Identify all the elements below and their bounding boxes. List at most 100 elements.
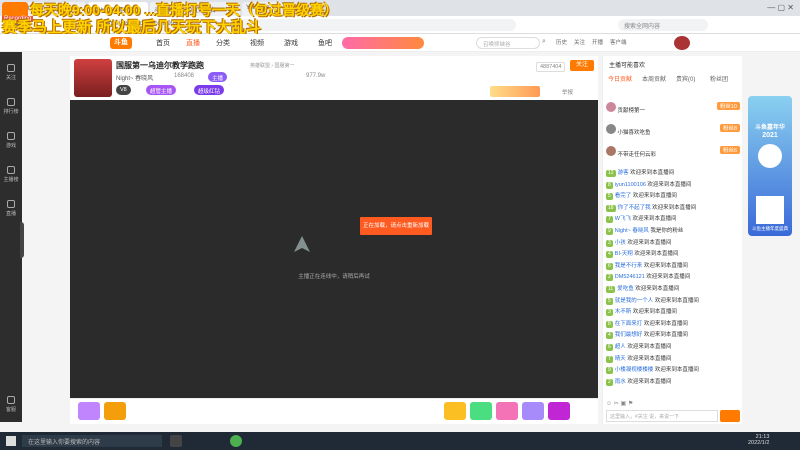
streamer-name[interactable]: Night~ 春晓风 — [116, 73, 153, 82]
header-history[interactable]: 历史 — [556, 38, 567, 46]
chat-username[interactable]: iyun1100106 — [615, 182, 646, 188]
level-badge: 2 — [606, 378, 613, 386]
promo-banner[interactable] — [342, 37, 424, 49]
chat-username[interactable]: BI-天翔 — [615, 251, 633, 257]
chat-message: 4 BI-天翔 欢迎来到本直播间 — [606, 251, 738, 259]
rank-name: 贡献榜第一 — [617, 108, 646, 114]
chat-text: 欢迎来到本直播间 — [632, 193, 677, 200]
chat-username[interactable]: 就是我的一个人 — [615, 298, 654, 304]
nav-game[interactable]: 游戏 — [284, 38, 298, 48]
sidebar-label: 主播榜 — [3, 177, 19, 183]
chrome-icon[interactable] — [230, 435, 242, 447]
chat-header-rank[interactable]: 主播可能喜欢 — [609, 60, 645, 69]
gift-item[interactable] — [496, 402, 518, 420]
chat-message: 11 爱吃鱼 欢迎来到本直播间 — [606, 286, 738, 293]
gift-item[interactable] — [470, 402, 492, 420]
taskbar-clock[interactable]: 21:13 2022/1/2 — [748, 434, 769, 446]
chat-username[interactable]: 在下面来打 — [615, 321, 643, 327]
gift-item[interactable] — [104, 402, 126, 420]
taskbar-search-input[interactable]: 在这里输入你要搜索的内容 — [22, 435, 162, 447]
sidebar-anchors[interactable]: 主播榜 — [0, 166, 22, 183]
chat-username[interactable]: 超人 — [615, 344, 626, 350]
sidebar-game[interactable]: 游戏 — [0, 132, 22, 149]
chat-tab-fans[interactable]: 粉丝团 — [710, 74, 728, 83]
chat-username[interactable]: Night~ 春晓风 — [615, 228, 649, 234]
chat-text: 欢迎来到本直播间 — [632, 216, 677, 223]
site-header: 斗鱼 首页 直播 分类 视频 游戏 鱼吧 召唤师峡谷 ⌕ 历史 关注 开播 客户… — [0, 34, 800, 52]
window-controls[interactable]: — ▢ ✕ — [767, 3, 794, 12]
chat-text: 欢迎来到本直播间 — [643, 262, 688, 269]
sidebar-label: 关注 — [5, 75, 16, 81]
nav-category[interactable]: 分类 — [216, 38, 230, 48]
chat-message: 5 就是我的一个人 欢迎来到本直播间 — [606, 297, 738, 305]
chat-username[interactable]: DM5246121 — [615, 274, 645, 280]
taskbar-app-icon[interactable] — [170, 435, 182, 447]
gift-item[interactable] — [548, 402, 570, 420]
chat-tab-vip[interactable]: 贵宾(0) — [676, 74, 695, 83]
nav-live[interactable]: 直播 — [186, 38, 200, 48]
header-follow[interactable]: 关注 — [574, 38, 585, 46]
sidebar-service[interactable]: 客服 — [0, 396, 22, 413]
browser-search-input[interactable]: 搜索全网内容 — [618, 19, 708, 31]
chat-message: 8 iyun1100106 欢迎来到本直播间 — [606, 181, 738, 189]
badge-diamond: 超级红钻 — [194, 85, 225, 95]
chat-username[interactable]: 我们最想好 — [615, 332, 643, 338]
ad-year: 2021 — [762, 132, 778, 139]
chat-username[interactable]: 游客 — [618, 170, 629, 176]
chat-username[interactable]: 我是不行来 — [615, 263, 643, 269]
chat-text: 欢迎来到本直播间 — [646, 274, 691, 281]
room-tag-badge[interactable]: 主播 — [208, 72, 228, 82]
chat-input[interactable]: 这里输入，#关注 说，来说一下 — [606, 410, 718, 422]
tag[interactable]: 英雄联盟 — [250, 63, 270, 69]
gift-item[interactable] — [444, 402, 466, 420]
chat-text: 欢迎来到本直播间 — [647, 181, 692, 188]
sidebar-rank[interactable]: 排行榜 — [0, 98, 22, 115]
chat-username[interactable]: W飞飞 — [615, 216, 631, 222]
chat-tab-today[interactable]: 今日贡献 — [608, 74, 632, 83]
header-client[interactable]: 客户端 — [610, 38, 627, 46]
send-button[interactable] — [720, 410, 740, 422]
side-ad[interactable]: 斗鱼嘉年华 2021 斗鱼主播年度盛典 — [748, 96, 792, 236]
level-badge: 5 — [606, 297, 613, 305]
activity-banner[interactable] — [490, 86, 540, 97]
sidebar-follow[interactable]: 关注 — [0, 64, 22, 81]
report-link[interactable]: 举报 — [562, 88, 573, 96]
site-logo[interactable]: 斗鱼 — [110, 37, 132, 49]
chat-username[interactable]: 小楼凝视楼楼楼 — [615, 367, 654, 373]
rank-row[interactable]: 不带走任何云彩 粉丝6 — [606, 146, 740, 160]
streamer-avatar[interactable] — [74, 59, 112, 97]
gift-item[interactable] — [78, 402, 100, 420]
windows-start-icon[interactable] — [6, 436, 16, 446]
level-badge: 8 — [606, 181, 613, 189]
rank-icon — [7, 98, 15, 106]
rank-row[interactable]: 小猫喜欢吃鱼 粉丝8 — [606, 124, 740, 138]
chat-username[interactable]: 爱吃鱼 — [617, 286, 634, 292]
header-broadcast[interactable]: 开播 — [592, 38, 603, 46]
user-avatar[interactable] — [674, 36, 690, 50]
sidebar-live[interactable]: 直播 — [0, 200, 22, 217]
chat-username[interactable]: 看完了 — [615, 193, 632, 199]
video-player[interactable]: 正在加载，请点击重新加载 主播正在连线中，请稍后再试 — [70, 100, 598, 398]
tag[interactable]: 国服第一 — [274, 63, 294, 69]
chat-username[interactable]: 小孩 — [615, 240, 626, 246]
search-icon[interactable]: ⌕ — [542, 38, 546, 46]
nav-fishbar[interactable]: 鱼吧 — [318, 38, 332, 48]
gift-bar — [70, 398, 598, 424]
chat-username[interactable]: 木不斯 — [615, 309, 632, 315]
level-badge: 12 — [606, 170, 616, 177]
sidebar-collapse-handle[interactable] — [20, 222, 24, 258]
chat-username[interactable]: 你了不起了我 — [618, 205, 651, 211]
room-title: 国服第一乌迪尔教学跑跑 — [116, 61, 204, 70]
nav-video[interactable]: 视频 — [250, 38, 264, 48]
site-search-input[interactable]: 召唤师峡谷 — [476, 37, 540, 49]
chat-tools[interactable]: ☺ ✂ ▣ ⚑ — [606, 400, 740, 408]
chat-tab-week[interactable]: 本周贡献 — [642, 74, 666, 83]
rank-row[interactable]: 贡献榜第一 粉丝10 — [606, 102, 740, 116]
chat-username[interactable]: 晴天 — [615, 356, 626, 362]
follow-button[interactable]: 关注 — [570, 60, 594, 71]
reload-popup[interactable]: 正在加载，请点击重新加载 — [360, 217, 432, 235]
avatar — [606, 124, 616, 134]
nav-home[interactable]: 首页 — [156, 38, 170, 48]
gift-item[interactable] — [522, 402, 544, 420]
chat-username[interactable]: 雨水 — [615, 379, 626, 385]
